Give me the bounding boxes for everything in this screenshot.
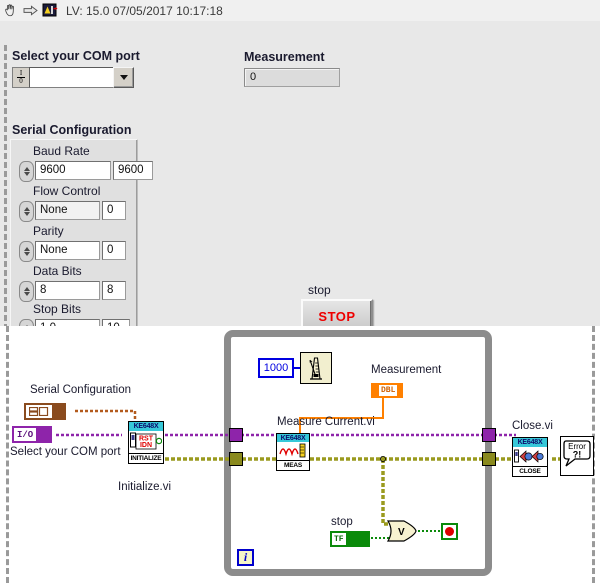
titlebar-text: LV: 15.0 07/05/2017 10:17:18: [66, 3, 223, 18]
com-port-combo[interactable]: I0: [12, 67, 134, 88]
close-vi-glyph: [513, 446, 547, 466]
error-dialog-icon: Error ?!: [563, 440, 591, 467]
com-port-terminal[interactable]: I/O: [12, 426, 52, 443]
measurement-indicator: 0: [244, 68, 340, 87]
flow-control-stepper[interactable]: [19, 201, 34, 222]
data-bits-numeric: 8: [102, 281, 126, 300]
flow-control-numeric: 0: [102, 201, 126, 220]
loop-tunnel-io-right[interactable]: [482, 428, 496, 442]
iteration-terminal: i: [237, 549, 254, 566]
serial-config-terminal-label: Serial Configuration: [30, 384, 132, 396]
measurement-indicator-label: Measurement: [371, 364, 442, 376]
parity-value[interactable]: None: [35, 241, 100, 260]
baud-rate-numeric: 9600: [113, 161, 153, 180]
flow-control-value[interactable]: None: [35, 201, 100, 220]
wait-time-constant[interactable]: 1000: [258, 358, 294, 378]
stop-sign-icon: [445, 527, 454, 536]
com-port-terminal-label: Select your COM port: [10, 446, 121, 458]
block-diagram: Serial Configuration I/O Select your COM…: [0, 326, 600, 583]
initialize-vi-glyph: RST IDN: [129, 430, 163, 453]
front-panel: Select your COM port I0 Measurement 0 Se…: [0, 21, 600, 348]
baud-rate-label: Baud Rate: [33, 144, 90, 158]
svg-text:IDN: IDN: [140, 442, 152, 449]
measure-current-vi-bottom-text: MEAS: [277, 460, 309, 470]
run-arrow-icon[interactable]: [20, 1, 40, 20]
baud-rate-value[interactable]: 9600: [35, 161, 111, 180]
wait-ms-node[interactable]: [300, 352, 332, 384]
measurement-indicator-terminal[interactable]: DBL: [371, 383, 403, 398]
metronome-icon: [309, 357, 322, 380]
loop-tunnel-error-right[interactable]: [482, 452, 496, 466]
serial-configuration-label: Serial Configuration: [12, 123, 132, 137]
parity-label: Parity: [33, 224, 64, 238]
initialize-vi-top-text: KE648X: [129, 422, 163, 431]
window-titlebar: LV: 15.0 07/05/2017 10:17:18: [0, 0, 600, 22]
measure-current-vi-caption: Measure Current.vi: [277, 416, 375, 428]
stop-terminal-label: stop: [331, 516, 353, 528]
io-terminal-glyph: I/O: [14, 428, 37, 441]
com-port-input[interactable]: [29, 67, 113, 88]
stop-bits-label: Stop Bits: [33, 302, 82, 316]
close-vi-node[interactable]: KE648X CLOSE: [512, 437, 548, 477]
loop-tunnel-error-left[interactable]: [229, 452, 243, 466]
loop-stop-condition-terminal[interactable]: [441, 523, 458, 540]
serial-configuration-cluster: Baud Rate 9600 9600 Flow Control None 0 …: [10, 139, 153, 341]
loop-tunnel-io-left[interactable]: [229, 428, 243, 442]
io-refnum-icon: I0: [12, 67, 29, 88]
hand-cursor-icon[interactable]: [0, 1, 20, 20]
error-handler-node[interactable]: Error ?!: [560, 436, 594, 476]
serial-config-terminal[interactable]: [24, 403, 66, 420]
com-port-label: Select your COM port: [12, 49, 140, 63]
data-bits-label: Data Bits: [33, 264, 82, 278]
chevron-down-icon: [119, 75, 128, 80]
measure-current-vi-glyph: [277, 442, 309, 461]
stop-button-label: stop: [308, 283, 331, 297]
data-bits-stepper[interactable]: [19, 281, 34, 302]
close-vi-caption: Close.vi: [512, 420, 553, 432]
close-vi-top-text: KE648X: [513, 438, 547, 447]
flow-control-label: Flow Control: [33, 184, 101, 198]
parity-stepper[interactable]: [19, 241, 34, 262]
com-port-dropdown-button[interactable]: [113, 67, 134, 88]
initialize-vi-node[interactable]: KE648X RST IDN INITIALIZE: [128, 421, 164, 464]
initialize-vi-caption: Initialize.vi: [118, 481, 172, 493]
close-vi-bottom-text: CLOSE: [513, 465, 547, 476]
parity-numeric: 0: [102, 241, 126, 260]
measurement-label: Measurement: [244, 50, 325, 64]
labview-icon[interactable]: [40, 1, 60, 20]
svg-text:?!: ?!: [573, 450, 582, 460]
data-bits-value[interactable]: 8: [35, 281, 100, 300]
initialize-vi-bottom-text: INITIALIZE: [129, 452, 163, 463]
baud-rate-stepper[interactable]: [19, 161, 34, 182]
svg-text:V: V: [398, 527, 405, 538]
tf-type-label: TF: [332, 533, 346, 545]
dbl-type-label: DBL: [379, 385, 398, 396]
or-gate-node[interactable]: V: [386, 520, 417, 547]
stop-boolean-terminal[interactable]: TF: [330, 531, 370, 547]
measure-current-vi-top-text: KE648X: [277, 434, 309, 443]
cluster-icon: [26, 405, 52, 418]
measure-current-vi-node[interactable]: KE648X MEAS: [276, 433, 310, 471]
